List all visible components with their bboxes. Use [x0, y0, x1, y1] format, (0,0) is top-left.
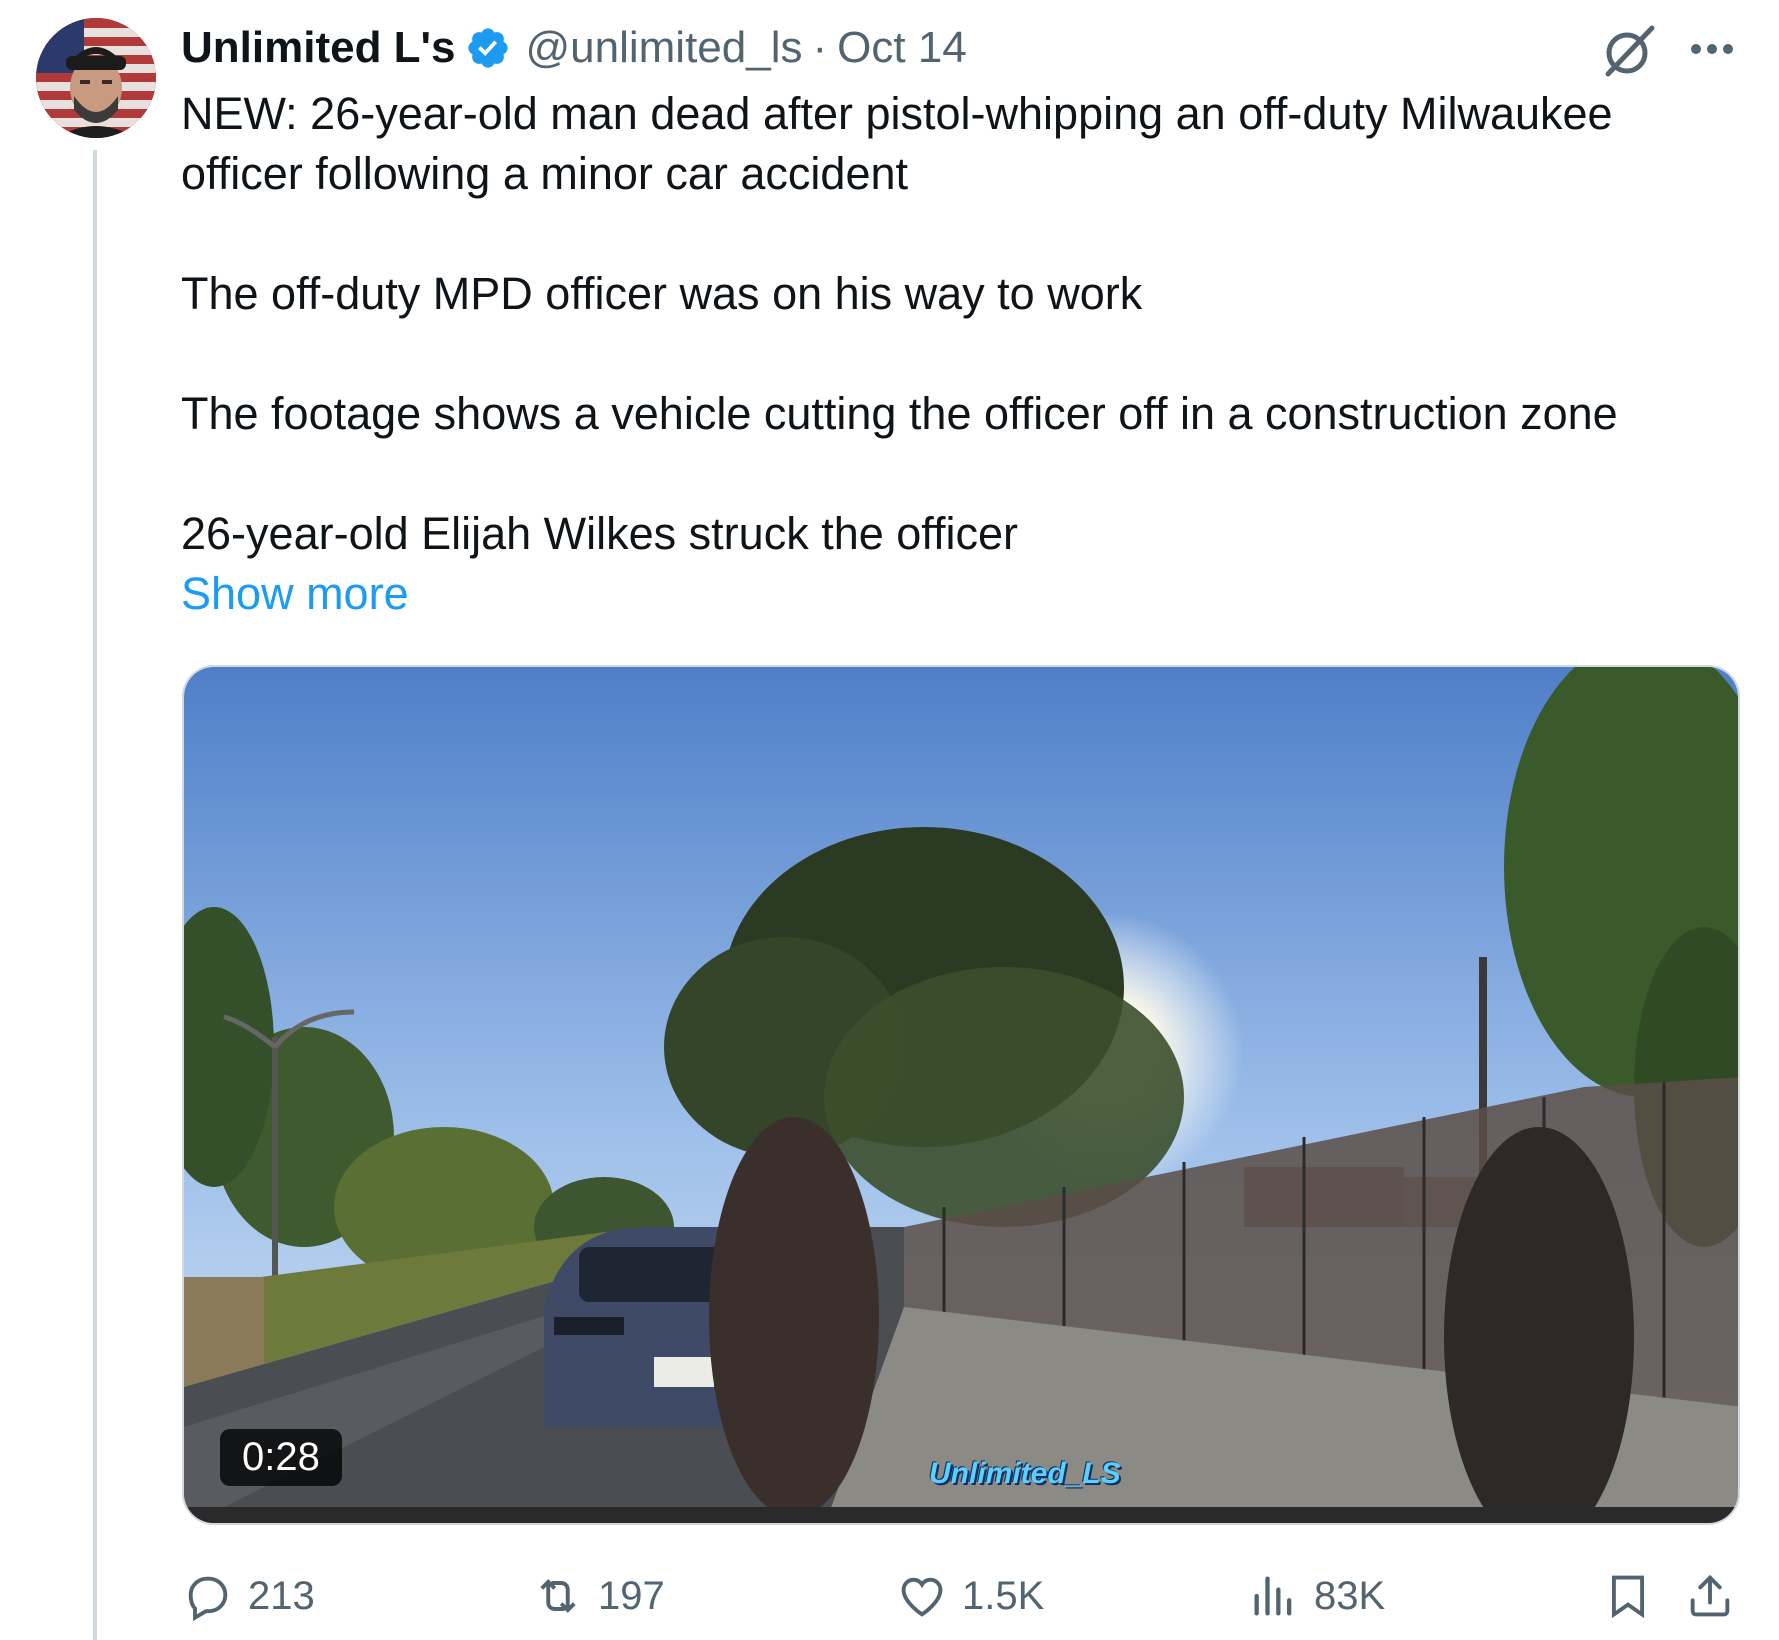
video-duration-badge: 0:28	[220, 1429, 342, 1486]
share-icon	[1690, 1574, 1730, 1617]
views-icon	[1254, 1576, 1292, 1616]
views-count: 83K	[1314, 1573, 1386, 1618]
share-button[interactable]	[1684, 1566, 1750, 1626]
action-bar: 213 197 1.5K 83K	[182, 1566, 1742, 1626]
repost-button[interactable]: 197	[532, 1566, 665, 1626]
author-handle[interactable]: @unlimited_ls	[525, 23, 802, 73]
tweet-text: NEW: 26-year-old man dead after pistol-w…	[181, 84, 1741, 624]
header-separator: ·	[812, 23, 828, 72]
tweet-date[interactable]: Oct 14	[837, 23, 967, 73]
like-button[interactable]: 1.5K	[896, 1566, 1044, 1626]
tweet-line-2: officer following a minor car accident	[181, 148, 909, 199]
views-button[interactable]: 83K	[1248, 1566, 1385, 1626]
video-watermark: Unlimited_LS	[929, 1457, 1121, 1490]
author-name[interactable]: Unlimited L's	[181, 23, 455, 73]
tweet-line-4: The footage shows a vehicle cutting the …	[181, 388, 1618, 439]
repost-icon	[540, 1579, 576, 1613]
avatar[interactable]	[36, 18, 156, 138]
reply-button[interactable]: 213	[182, 1566, 315, 1626]
bookmark-button[interactable]	[1602, 1566, 1668, 1626]
tweet-line-5: 26-year-old Elijah Wilkes struck the off…	[181, 508, 1018, 559]
bookmark-icon	[1611, 1575, 1645, 1619]
thread-line	[93, 150, 97, 1640]
reply-count: 213	[248, 1573, 315, 1618]
like-icon	[901, 1577, 943, 1617]
like-count: 1.5K	[962, 1573, 1045, 1618]
tweet-line-3: The off-duty MPD officer was on his way …	[181, 268, 1143, 319]
tweet-line-1: NEW: 26-year-old man dead after pistol-w…	[181, 88, 1613, 139]
more-icon[interactable]	[1686, 34, 1738, 64]
show-more-link[interactable]: Show more	[181, 564, 409, 624]
grok-icon[interactable]	[1600, 22, 1658, 80]
repost-count: 197	[598, 1573, 665, 1618]
video-player[interactable]: 0:28 Unlimited_LS	[182, 665, 1740, 1525]
reply-icon	[188, 1576, 228, 1622]
verified-badge-icon[interactable]	[465, 25, 511, 71]
tweet-header: Unlimited L's @unlimited_ls · Oct 14	[181, 20, 1741, 76]
